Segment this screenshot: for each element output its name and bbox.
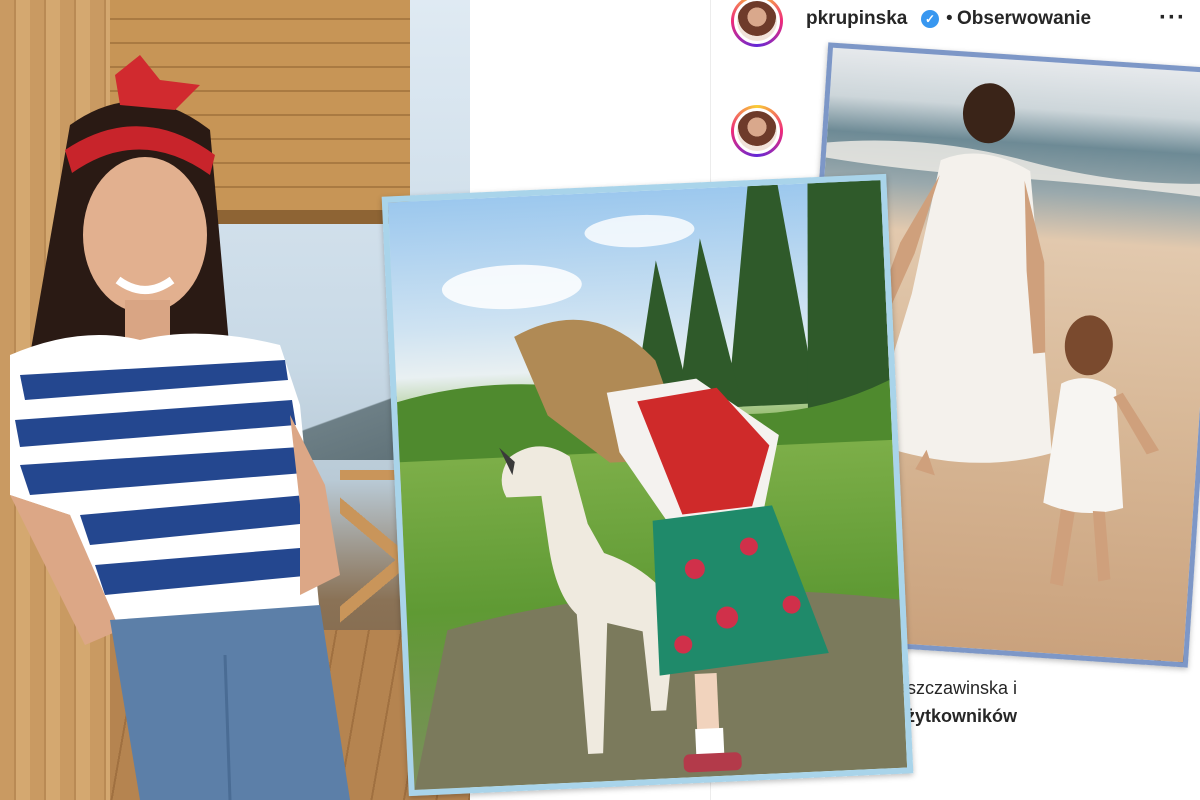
woman-figure: [10, 55, 350, 800]
profile-avatar[interactable]: [731, 0, 783, 47]
following-button[interactable]: Obserwowanie: [957, 8, 1091, 30]
more-options-icon[interactable]: ···: [1159, 6, 1186, 30]
caption-avatar[interactable]: [731, 105, 783, 157]
verified-badge-icon: ✓: [921, 10, 939, 28]
username-link[interactable]: pkrupinska: [806, 8, 907, 30]
avatar-photo: [734, 108, 780, 154]
girl-dog-photo: [381, 173, 914, 797]
separator-dot: •: [946, 8, 953, 29]
avatar-photo: [734, 0, 780, 44]
post-header: pkrupinska ✓ • Obserwowanie ···: [711, 0, 1200, 47]
forest-scene: [396, 180, 908, 790]
